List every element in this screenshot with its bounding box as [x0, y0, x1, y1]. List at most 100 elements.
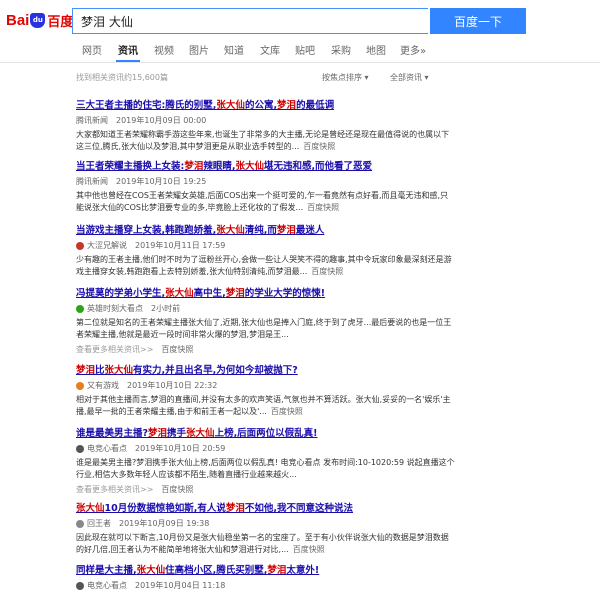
title-segment: 辣眼睛,: [203, 161, 236, 172]
result-meta: 回王者 2019年10月09日 19:38: [76, 518, 456, 529]
more-related-link[interactable]: 查看更多相关资讯>>: [76, 485, 153, 494]
cache-snapshot-link[interactable]: 百度快照: [311, 267, 343, 276]
title-segment: 堪无违和感,而他看了恶爱: [263, 161, 373, 172]
highlight-keyword: 梦泪: [276, 225, 296, 236]
title-segment: 的学业大学的惊悚!: [244, 288, 326, 299]
title-segment: 住高档小区,腾氏买别墅,: [165, 565, 268, 576]
snippet-text: 因此现在就可以下断言,10月份又是张大仙稳坐第一名的宝座了。至于有小伙伴说张大仙…: [76, 533, 449, 554]
search-button[interactable]: 百度一下: [430, 8, 526, 34]
result-snippet: 因此现在就可以下断言,10月份又是张大仙稳坐第一名的宝座了。至于有小伙伴说张大仙…: [76, 532, 456, 556]
highlight-keyword: 梦泪: [76, 365, 96, 376]
title-segment: 太意外!: [286, 565, 320, 576]
title-segment: 同样是大主播,: [76, 565, 137, 576]
cache-snapshot-link[interactable]: 百度快照: [271, 407, 303, 416]
result-meta: 腾讯新闻 2019年10月10日 19:25: [76, 176, 456, 187]
more-related-link[interactable]: 查看更多相关资讯>>: [76, 345, 153, 354]
snippet-text: 第二位就是知名的王者荣耀主播张大仙了,近期,张大仙也是捧入门庭,终于到了虎牙..…: [76, 318, 452, 339]
title-segment: 最迷人: [295, 225, 325, 236]
result-snippet: 第二位就是知名的王者荣耀主播张大仙了,近期,张大仙也是捧入门庭,终于到了虎牙..…: [76, 317, 456, 341]
sort-focus-label: 按焦点排序: [322, 73, 362, 82]
result-title-link[interactable]: 同样是大主播,张大仙住高档小区,腾氏买别墅,梦泪太意外!: [76, 562, 456, 576]
source-avatar-icon: [76, 304, 84, 313]
highlight-keyword: 张大仙: [216, 100, 245, 111]
result-source: 腾讯新闻: [76, 116, 108, 125]
highlight-keyword: 梦泪: [225, 503, 245, 514]
highlight-keyword: 梦泪: [148, 428, 168, 439]
tab-4[interactable]: 知道: [224, 42, 244, 57]
result-time: 2019年10月04日 11:18: [135, 581, 226, 590]
tab-3[interactable]: 图片: [189, 42, 209, 57]
result-meta: 英雄时刻大看点 2小时前: [76, 303, 456, 314]
result-source: 又有游戏: [87, 381, 119, 390]
tab-5[interactable]: 文库: [260, 42, 280, 57]
title-segment: 三大王者主播的住宅:腾氏的别墅,: [76, 100, 217, 111]
result-source: 腾讯新闻: [76, 177, 108, 186]
result-item: 冯提莫的学弟小学生,张大仙高中生,梦泪的学业大学的惊悚! 英雄时刻大看点 2小时前第…: [76, 285, 456, 355]
logo-text: 百度: [47, 13, 74, 29]
title-segment: 冯提莫的学弟小学生,: [76, 288, 166, 299]
result-snippet: 谁是最美男主播?梦泪携手张大仙上榜,后面两位以假乱真! 电竞心看点 发布时间:1…: [76, 457, 456, 481]
result-meta: 电竞心看点 2019年10月10日 20:59: [76, 443, 456, 454]
highlight-keyword: 张大仙: [165, 288, 194, 299]
result-title-link[interactable]: 冯提莫的学弟小学生,张大仙高中生,梦泪的学业大学的惊悚!: [76, 285, 456, 299]
source-avatar-icon: [76, 241, 84, 250]
cache-snapshot-link[interactable]: 百度快照: [293, 545, 325, 554]
title-segment: 清纯,而: [244, 225, 277, 236]
result-source: 电竞心看点: [87, 444, 127, 453]
result-source: 英雄时刻大看点: [87, 304, 143, 313]
result-item: 同样是大主播,张大仙住高档小区,腾氏买别墅,梦泪太意外! 电竞心看点 2019年10…: [76, 562, 456, 591]
title-segment: 比: [95, 365, 105, 376]
baidu-logo[interactable]: Bai du 百度: [6, 11, 73, 29]
title-segment: 不如他,我不同意这种说法: [244, 503, 353, 514]
result-snippet: 大家都知道王者荣耀称霸手游这些年来,也诞生了非常多的大主播,无论是曾经还是现在最…: [76, 129, 456, 153]
result-title-link[interactable]: 梦泪比张大仙有实力,并且出名早,为何如今却被抛下?: [76, 362, 456, 376]
result-snippet: 少有趣的王者主播,他们时不时为了逗粉丝开心,会做一些让人哭笑不得的趣事,其中令玩…: [76, 254, 456, 278]
search-input[interactable]: [72, 8, 428, 34]
tab-8[interactable]: 地图: [366, 42, 386, 57]
result-title-link[interactable]: 张大仙10月份数据惊艳如斯,有人说梦泪不如他,我不同意这种说法: [76, 500, 456, 514]
result-time: 2019年10月09日 19:38: [119, 519, 210, 528]
highlight-keyword: 梦泪: [225, 288, 245, 299]
result-title-link[interactable]: 当游戏主播穿上女装,韩跑跑娇羞,张大仙清纯,而梦泪最迷人: [76, 222, 456, 236]
result-source: 回王者: [87, 519, 111, 528]
tab-9[interactable]: 更多»: [400, 42, 426, 57]
tab-2[interactable]: 视频: [154, 42, 174, 57]
result-title-link[interactable]: 当王者荣耀主播换上女装:梦泪辣眼睛,张大仙堪无违和感,而他看了恶爱: [76, 158, 456, 172]
source-avatar-icon: [76, 581, 84, 590]
all-news-dropdown[interactable]: 全部资讯 ▾: [390, 72, 429, 83]
snippet-text: 相对于其他主播而言,梦泪的直播间,并没有太多的欢声笑语,气氛也并不算活跃。张大仙…: [76, 395, 451, 416]
logo-bai: Bai: [6, 11, 30, 29]
result-item: 张大仙10月份数据惊艳如斯,有人说梦泪不如他,我不同意这种说法回王者 2019年1…: [76, 500, 456, 556]
cache-snapshot-link[interactable]: 百度快照: [307, 203, 339, 212]
result-time: 2019年10月10日 19:25: [116, 177, 207, 186]
tab-0[interactable]: 网页: [82, 42, 102, 57]
nav-tabs: 网页 资讯 视频 图片 知道 文库 贴吧 采购 地图 更多»: [0, 38, 600, 63]
result-title-link[interactable]: 谁是最美男主播?梦泪携手张大仙上榜,后面两位以假乱真!: [76, 425, 456, 439]
result-item: 当王者荣耀主播换上女装:梦泪辣眼睛,张大仙堪无违和感,而他看了恶爱腾讯新闻 201…: [76, 158, 456, 214]
sort-focus-dropdown[interactable]: 按焦点排序 ▾: [322, 72, 369, 83]
result-time: 2小时前: [151, 304, 181, 313]
result-item: 当游戏主播穿上女装,韩跑跑娇羞,张大仙清纯,而梦泪最迷人 大涩兄解说 2019年10…: [76, 222, 456, 278]
tab-6[interactable]: 贴吧: [295, 42, 315, 57]
result-meta: 又有游戏 2019年10月10日 22:32: [76, 380, 456, 391]
snippet-text: 少有趣的王者主播,他们时不时为了逗粉丝开心,会做一些让人哭笑不得的趣事,其中令玩…: [76, 255, 452, 276]
result-item: 谁是最美男主播?梦泪携手张大仙上榜,后面两位以假乱真! 电竞心看点 2019年10月…: [76, 425, 456, 495]
highlight-keyword: 张大仙: [136, 565, 166, 576]
result-title-link[interactable]: 三大王者主播的住宅:腾氏的别墅,张大仙的公寓,梦泪的最低调: [76, 97, 456, 111]
more-related-row: 查看更多相关资讯>> 百度快照: [76, 344, 456, 355]
tab-7[interactable]: 采购: [331, 42, 351, 57]
highlight-keyword: 梦泪: [277, 100, 297, 111]
source-avatar-icon: [76, 444, 84, 453]
snippet-text: 谁是最美男主播?梦泪携手张大仙上榜,后面两位以假乱真! 电竞心看点 发布时间:1…: [76, 458, 455, 479]
result-source: 电竞心看点: [87, 581, 127, 590]
tab-1[interactable]: 资讯: [116, 42, 140, 62]
cache-snapshot-link[interactable]: 百度快照: [161, 485, 193, 494]
chevron-down-icon: ▾: [364, 73, 369, 82]
title-segment: 10月份数据惊艳如斯,有人说: [104, 503, 226, 514]
cache-snapshot-link[interactable]: 百度快照: [161, 345, 193, 354]
result-snippet: 其中他也曾经在COS王者荣耀女英雄,后面COS出来一个挺可爱的,乍一看竟然有点好…: [76, 190, 456, 214]
title-segment: 的公寓,: [244, 100, 278, 111]
title-segment: 携手: [167, 428, 187, 439]
cache-snapshot-link[interactable]: 百度快照: [303, 142, 335, 151]
more-related-row: 查看更多相关资讯>> 百度快照: [76, 484, 456, 495]
